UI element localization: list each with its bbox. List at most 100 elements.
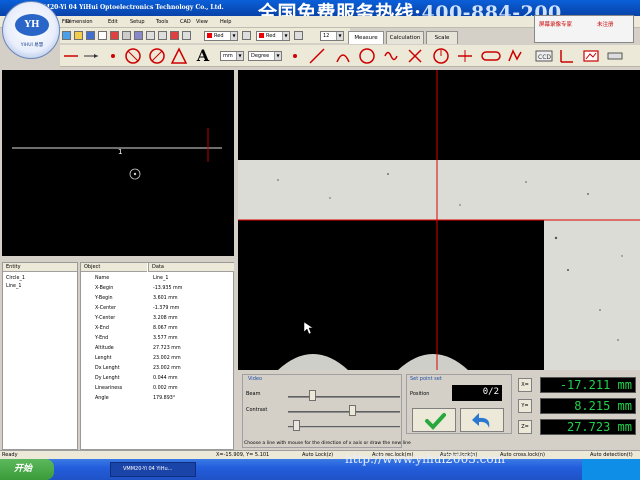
property-name: Y-Begin [95,296,113,301]
pen-icon[interactable] [294,31,303,40]
unit-select[interactable]: mm ▼ [220,51,244,61]
chevron-down-icon: ▼ [236,52,243,60]
cut-icon[interactable] [122,31,131,40]
diagonal-line-icon[interactable] [308,47,326,65]
copy-icon[interactable] [134,31,143,40]
undo-button[interactable] [460,408,504,432]
property-name: Dy Lenght [95,376,120,381]
checkmark-icon [425,413,446,430]
hint-text: Choose a line with mouse for the directi… [244,441,411,446]
dot-tool-icon[interactable] [286,47,304,65]
contrast-label: Contrast [246,407,268,413]
system-tray [582,459,640,480]
fill-color-select[interactable]: Red ▼ [256,31,290,41]
property-name: X-Center [95,306,116,311]
property-value: 0.044 mm [153,376,178,381]
x-axis-button[interactable]: X= [518,378,532,392]
entity-item-line[interactable]: Line_1 [6,284,21,293]
print-icon[interactable] [158,31,167,40]
window-title: VMM20-Yi 04 YiHui Optoelectronics Techno… [32,4,224,11]
confirm-button[interactable] [412,408,456,432]
text-tool-icon[interactable]: A [194,47,212,65]
property-name: Angle [95,396,109,401]
chevron-down-icon: ▼ [336,32,343,40]
geometry-toolbar: A mm ▼ Degree ▼ CCD [60,45,640,67]
z-readout: 27.723 mm [540,419,636,435]
menu-tools[interactable]: Tools [156,19,168,25]
drawing-view[interactable]: 1 [2,70,234,256]
beam-slider-thumb[interactable] [309,390,316,401]
property-name: Altitude [95,346,114,351]
ellipse-tool-icon[interactable] [358,47,376,65]
chevron-down-icon: ▼ [274,52,281,60]
title-bar: VMM20-Yi 04 YiHui Optoelectronics Techno… [0,0,640,16]
line-tool-icon[interactable] [62,47,80,65]
spline-tool-icon[interactable] [382,47,400,65]
menu-setup[interactable]: Setup [130,19,145,25]
property-value: -1.379 mm [153,306,180,311]
control-panel: Video Beam Contrast Set point set Positi… [238,372,640,450]
hotline-label: 全国免费服务热线: [258,2,422,16]
data-column-header: Data [148,263,234,272]
property-name: Dx Lenght [95,366,120,371]
taskbar-app-item[interactable]: VMM20-Yi 04 YiHu... [110,462,196,477]
line-width-select[interactable]: 12 ▼ [320,31,344,41]
y-axis-button[interactable]: Y= [518,399,532,413]
delete-icon[interactable] [110,31,119,40]
third-slider-thumb[interactable] [293,420,301,431]
menu-dimension[interactable]: Dimension [66,19,93,25]
status-auto-lock[interactable]: Auto Lock(z) [302,452,333,458]
tab-scale[interactable]: Scale [426,31,458,44]
circle-3pt-tool-icon[interactable] [148,47,166,65]
new-file-icon[interactable] [62,31,71,40]
open-folder-icon[interactable] [74,31,83,40]
unregistered-label: 未注册 [597,22,614,28]
recorder-watermark: 屏幕录像专家 未注册 [534,15,634,43]
tab-measure[interactable]: Measure [348,31,384,44]
hotline-banner: 全国免费服务热线:400-884-200 [258,0,562,16]
angle-unit-select[interactable]: Degree ▼ [248,51,282,61]
menu-view[interactable]: View [196,19,208,25]
camera-view[interactable] [238,70,640,370]
status-auto-cross-lock[interactable]: Auto cross.lock(n) [500,452,545,458]
axis-tool-icon[interactable] [558,47,576,65]
property-value: 179.893° [153,396,176,401]
tab-calculation[interactable]: Calculation [386,31,424,44]
z-axis-button[interactable]: Z= [518,420,532,434]
status-auto-detection[interactable]: Auto detection(t) [590,452,633,458]
ccd-tool-icon[interactable]: CCD [534,47,554,65]
property-value: -13.935 mm [153,286,183,291]
y-readout: 8.215 mm [540,398,636,414]
image-tool-icon[interactable] [582,47,600,65]
chevron-down-icon: ▼ [230,32,237,40]
menu-edit[interactable]: Edit [108,19,118,25]
slot-tool-icon[interactable] [480,47,502,65]
distance-tool-icon[interactable] [456,47,474,65]
polyline-tool-icon[interactable] [506,47,524,65]
circle-tool-icon[interactable] [124,47,142,65]
marker-icon[interactable] [170,31,179,40]
paste-icon[interactable] [146,31,155,40]
point-tool-icon[interactable] [104,47,122,65]
x-readout: -17.211 mm [540,377,636,393]
grid-icon[interactable] [98,31,107,40]
contrast-slider-thumb[interactable] [348,405,356,416]
palette-icon[interactable] [242,31,251,40]
menu-cad[interactable]: CAD [180,19,191,25]
zoom-icon[interactable] [182,31,191,40]
angle-tool-icon[interactable] [432,47,450,65]
property-name: Lineariness [95,386,123,391]
save-icon[interactable] [86,31,95,40]
object-column-header: Object [81,263,147,272]
arrow-tool-icon[interactable] [82,47,100,65]
measure-tool-icon[interactable] [606,47,624,65]
red-swatch [207,33,212,38]
line-color-select[interactable]: Red ▼ [204,31,238,41]
triangle-tool-icon[interactable] [170,47,188,65]
arc-tool-icon[interactable] [334,47,352,65]
start-button[interactable]: 开始 [0,459,54,480]
property-name: Y-Center [95,316,116,321]
cross-tool-icon[interactable] [406,47,424,65]
menu-help[interactable]: Help [220,19,231,25]
logo-brand: YIHUI 易慧 [20,43,44,48]
